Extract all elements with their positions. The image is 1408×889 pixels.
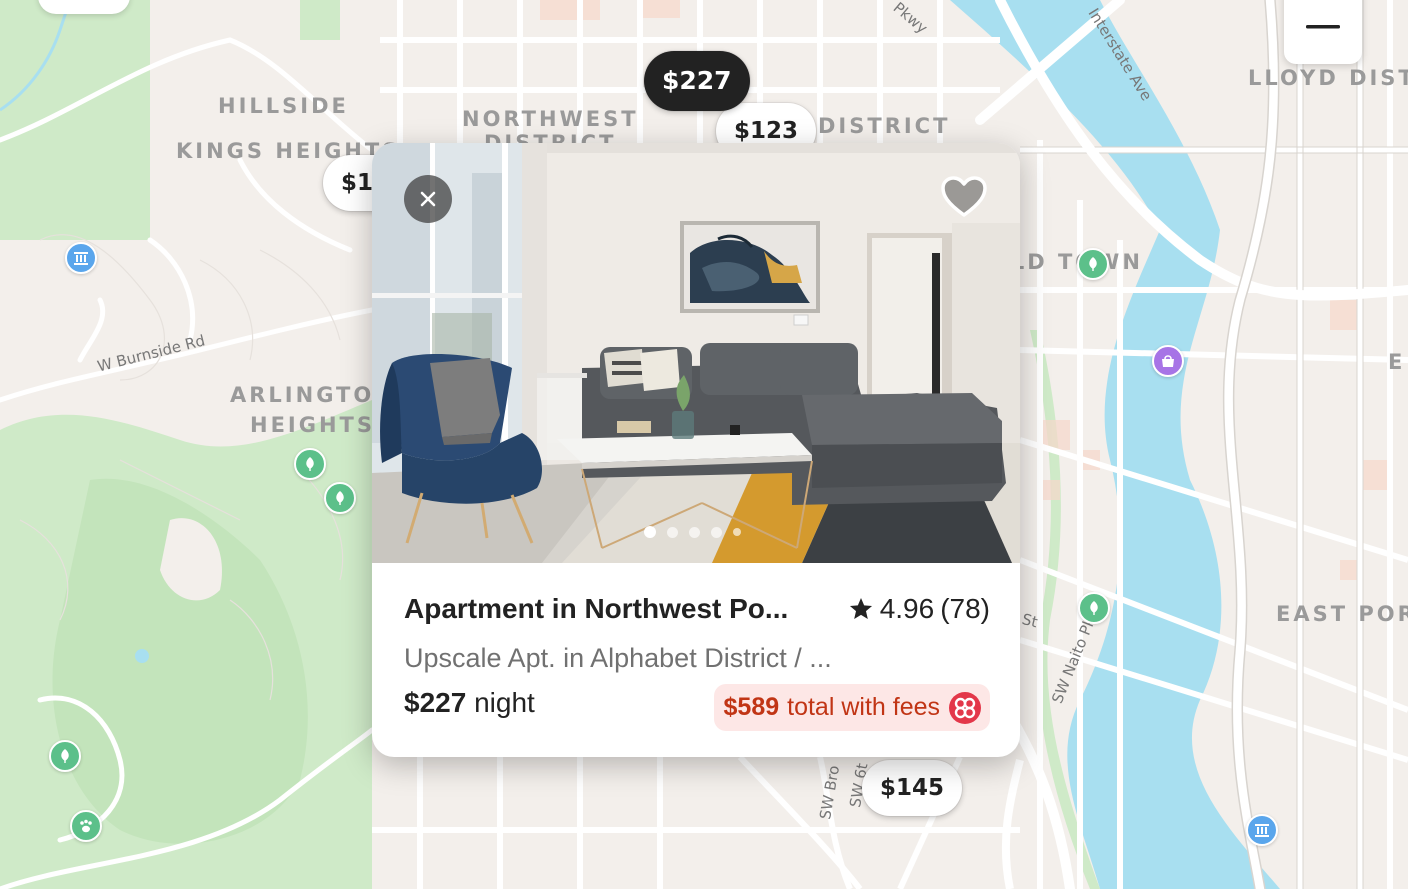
zoom-out-button[interactable] [1284, 0, 1362, 64]
minus-icon [1306, 25, 1340, 29]
close-icon [420, 191, 436, 207]
total-price-label: total with fees [787, 693, 940, 721]
nightly-price: $227 night [404, 687, 535, 719]
neighborhood-label-heights: HEIGHTS [250, 413, 375, 437]
star-icon [849, 597, 872, 619]
neighborhood-label-east-portland: EAST POR [1276, 602, 1408, 626]
neighborhood-label-district: DISTRICT [818, 114, 951, 138]
listing-rating: 4.96 (78) [848, 593, 990, 625]
price-amount: $227 [404, 687, 467, 718]
total-price-badge: $589 total with fees [713, 684, 990, 731]
museum-icon[interactable] [1246, 814, 1278, 846]
total-price-amount: $589 [723, 693, 780, 721]
listing-photo[interactable] [372, 143, 1020, 563]
carousel-dot[interactable] [689, 526, 700, 538]
neighborhood-label-arlington: ARLINGTON [230, 383, 395, 407]
park-icon[interactable] [294, 448, 326, 480]
carousel-dot-active[interactable] [644, 526, 656, 538]
shopping-icon[interactable] [1152, 345, 1184, 377]
close-button[interactable] [404, 175, 452, 223]
dog-park-icon[interactable] [70, 810, 102, 842]
carousel-dot[interactable] [711, 526, 722, 538]
park-icon[interactable] [49, 740, 81, 772]
photo-carousel-indicator [644, 526, 741, 538]
park-icon[interactable] [324, 482, 356, 514]
listing-subtitle: Upscale Apt. in Alphabet District / ... [404, 643, 832, 673]
carousel-dot[interactable] [733, 528, 741, 536]
review-count: (78) [940, 593, 990, 624]
heart-icon [941, 176, 987, 217]
neighborhood-label-lloyd-district: LLOYD DIST [1248, 66, 1408, 90]
park-icon[interactable] [1078, 592, 1110, 624]
price-unit: night [474, 687, 535, 718]
save-to-wishlist-button[interactable] [938, 173, 990, 221]
museum-icon[interactable] [65, 242, 97, 274]
rating-value: 4.96 [879, 593, 935, 624]
price-pin-selected[interactable]: $227 [644, 51, 750, 111]
neighborhood-label-northwest: NORTHWEST [462, 107, 639, 131]
airbnb-logo-icon [949, 691, 981, 724]
carousel-dot[interactable] [667, 526, 678, 538]
map-control-button[interactable] [38, 0, 130, 14]
listing-title: Apartment in Northwest Po... [404, 593, 789, 624]
park-icon[interactable] [1077, 248, 1109, 280]
neighborhood-label-hillside: HILLSIDE [218, 94, 349, 118]
neighborhood-label-edge-e: E [1388, 350, 1406, 374]
price-pin[interactable]: $145 [862, 760, 963, 816]
listing-card[interactable]: Apartment in Northwest Po... 4.96 (78) U… [372, 143, 1020, 757]
